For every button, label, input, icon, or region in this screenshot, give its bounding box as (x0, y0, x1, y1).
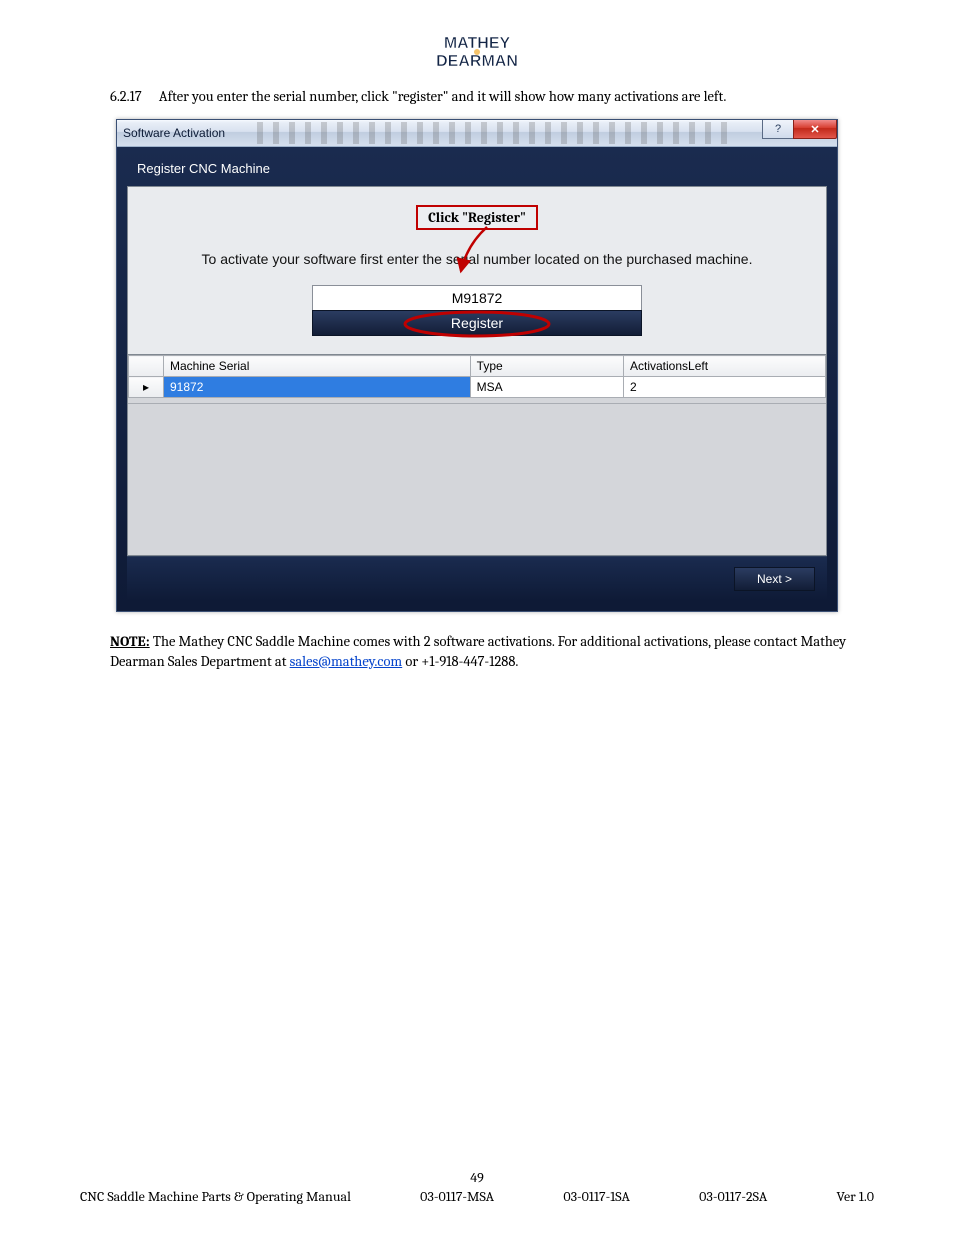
footer-code-2: 03-0117-1SA (563, 1188, 630, 1205)
activation-panel: Click "Register" To activate your softwa… (127, 186, 827, 556)
footer-title: CNC Saddle Machine Parts & Operating Man… (80, 1188, 351, 1205)
column-serial[interactable]: Machine Serial (164, 356, 471, 377)
callout-area: Click "Register" (128, 187, 826, 245)
help-button[interactable]: ? (762, 120, 794, 139)
help-icon: ? (775, 123, 781, 135)
note-text-2: or +1-918-447-1288. (402, 653, 518, 670)
close-button[interactable]: ✕ (793, 120, 837, 139)
cell-type: MSA (470, 377, 623, 398)
instruction-number: 6.2.17 (110, 88, 142, 105)
window-title: Software Activation (123, 126, 225, 140)
column-type[interactable]: Type (470, 356, 623, 377)
cell-serial: 91872 (164, 377, 471, 398)
column-rowhead (129, 356, 164, 377)
page-number: 49 (80, 1169, 874, 1186)
note-email-link[interactable]: sales@mathey.com (290, 653, 403, 670)
row-indicator-icon: ▸ (129, 377, 164, 398)
note-label: NOTE: (110, 633, 150, 650)
column-activations-left[interactable]: ActivationsLeft (624, 356, 826, 377)
close-icon: ✕ (810, 123, 819, 136)
titlebar-decoration (257, 122, 737, 144)
window-subheader: Register CNC Machine (127, 155, 827, 186)
window-titlebar: Software Activation ? ✕ (117, 120, 837, 147)
next-button-label: Next > (757, 572, 792, 586)
serial-input[interactable] (312, 285, 642, 311)
callout-label: Click "Register" (416, 205, 538, 230)
grid-empty-area (128, 403, 826, 555)
register-button-label: Register (451, 315, 503, 331)
instruction-line: 6.2.17 After you enter the serial number… (110, 88, 874, 105)
brand-logo: MATHEY DEARMAN (80, 30, 874, 78)
register-button[interactable]: Register (312, 310, 642, 336)
table-header-row: Machine Serial Type ActivationsLeft (129, 356, 826, 377)
activations-grid: Machine Serial Type ActivationsLeft ▸ 91… (128, 354, 826, 555)
svg-text:DEARMAN: DEARMAN (436, 53, 518, 70)
table-row[interactable]: ▸ 91872 MSA 2 (129, 377, 826, 398)
cell-activations-left: 2 (624, 377, 826, 398)
page-footer: 49 CNC Saddle Machine Parts & Operating … (80, 1169, 874, 1205)
activation-message: To activate your software first enter th… (138, 251, 816, 267)
footer-code-1: 03-0117-MSA (420, 1188, 494, 1205)
software-activation-window: Software Activation ? ✕ Register CNC Mac… (116, 119, 838, 612)
next-button[interactable]: Next > (734, 567, 815, 591)
footer-code-3: 03-0117-2SA (699, 1188, 767, 1205)
footer-version: Ver 1.0 (837, 1188, 874, 1205)
note-paragraph: NOTE: The Mathey CNC Saddle Machine come… (110, 632, 854, 671)
instruction-text: After you enter the serial number, click… (159, 88, 726, 105)
